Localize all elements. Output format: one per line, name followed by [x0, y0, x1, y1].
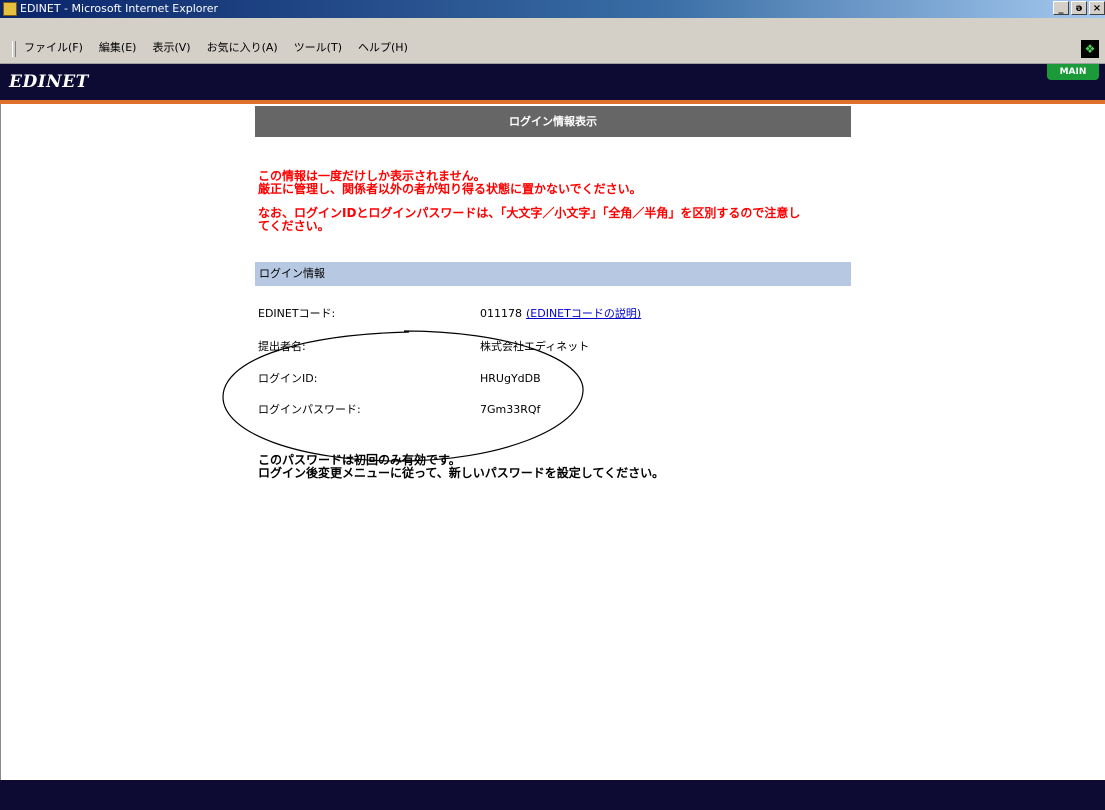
edinet-code-row: EDINETコード: 011178 (EDINETコードの説明) — [258, 306, 858, 322]
login-info-section-header: ログイン情報 — [255, 262, 851, 286]
edinet-logo: EDINET — [9, 72, 89, 92]
close-button[interactable]: × — [1089, 1, 1105, 15]
note-line: ログイン後変更メニューに従って、新しいパスワードを設定してください。 — [258, 466, 665, 480]
window-controls: _ ǝ × — [1051, 1, 1105, 17]
site-header: EDINET MAIN — [0, 64, 1105, 104]
edinet-code-help-link[interactable]: (EDINETコードの説明) — [526, 307, 641, 320]
menu-view[interactable]: 表示(V) — [152, 40, 190, 56]
ie-app-icon — [3, 2, 17, 16]
warning-line: てください。 — [258, 219, 330, 233]
warning-line: 厳正に管理し、関係者以外の者が知り得る状態に置かないでください。 — [258, 182, 642, 196]
password-note: このパスワードは初回のみ有効です。 ログイン後変更メニューに従って、新しいパスワ… — [258, 454, 858, 480]
menu-file[interactable]: ファイル(F) — [24, 40, 83, 56]
site-footer — [0, 780, 1105, 810]
warning-line: なお、ログインIDとログインパスワードは、「大文字／小文字」「全角／半角」を区別… — [258, 206, 801, 220]
menu-help[interactable]: ヘルプ(H) — [358, 40, 408, 56]
edinet-code-value: 011178 — [480, 307, 522, 320]
menu-bar: ファイル(F) 編集(E) 表示(V) お気に入り(A) ツール(T) ヘルプ(… — [0, 18, 1105, 64]
window-title: EDINET - Microsoft Internet Explorer — [20, 2, 219, 15]
warning-message-1: この情報は一度だけしか表示されません。 厳正に管理し、関係者以外の者が知り得る状… — [258, 170, 858, 196]
page-title: ログイン情報表示 — [255, 106, 851, 137]
highlight-ellipse — [222, 330, 584, 462]
main-tab[interactable]: MAIN — [1047, 64, 1099, 80]
menu-tools[interactable]: ツール(T) — [294, 40, 342, 56]
menu-favorites[interactable]: お気に入り(A) — [207, 40, 278, 56]
edinet-code-label: EDINETコード: — [258, 307, 336, 320]
restore-button[interactable]: ǝ — [1071, 1, 1087, 15]
menu-edit[interactable]: 編集(E) — [99, 40, 137, 56]
warning-message-2: なお、ログインIDとログインパスワードは、「大文字／小文字」「全角／半角」を区別… — [258, 207, 858, 233]
edinet-code-value-group: 011178 (EDINETコードの説明) — [480, 306, 641, 322]
window-title-bar[interactable]: EDINET - Microsoft Internet Explorer _ ǝ… — [0, 0, 1105, 18]
minimize-button[interactable]: _ — [1053, 1, 1069, 15]
toolbar-grip[interactable] — [12, 41, 16, 57]
ie-logo-icon: ❖ — [1081, 40, 1099, 58]
